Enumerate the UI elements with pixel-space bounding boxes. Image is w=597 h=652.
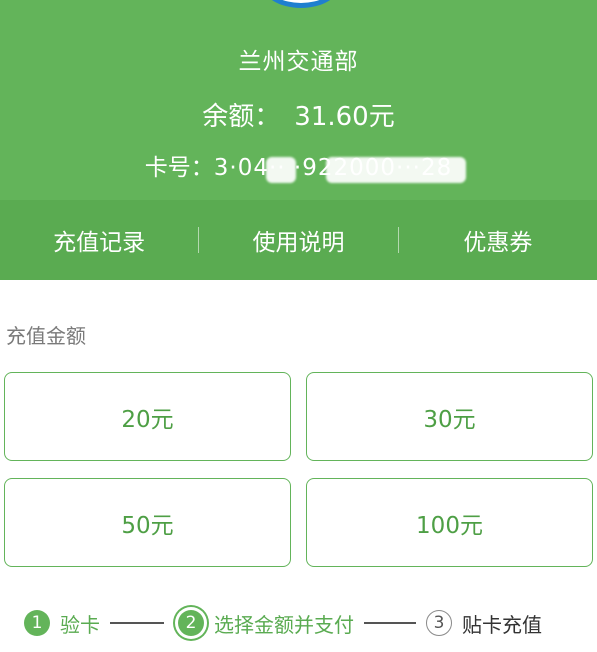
card-number: 卡号：3·04·· ·922000···28 — [0, 148, 597, 183]
balance-label: 余额： — [202, 102, 281, 132]
menu-recharge-history[interactable]: 充值记录 — [0, 223, 198, 257]
step-3-circle: 3 — [426, 610, 452, 636]
menu-coupons[interactable]: 优惠券 — [399, 223, 597, 257]
card-logo-icon — [262, 0, 340, 8]
step-3-label: 贴卡充值 — [462, 612, 542, 637]
amount-50-button[interactable]: 50元 — [4, 478, 291, 567]
step-1-label: 验卡 — [60, 612, 100, 637]
amount-100-button[interactable]: 100元 — [306, 478, 593, 567]
progress-steps: 1 验卡 2 选择金额并支付 3 贴卡充值 — [0, 600, 597, 646]
org-name: 兰州交通部 — [238, 49, 359, 75]
step-connector — [110, 622, 164, 624]
step-2-circle: 2 — [178, 610, 204, 636]
recharge-amount-label: 充值金额 — [6, 324, 86, 348]
card-number-value: 3·04·· ·922000···28 — [214, 155, 466, 183]
step-connector — [364, 622, 416, 624]
balance-display: 余额： 31.60元 — [0, 96, 597, 133]
card-header: 兰州交通部 余额： 31.60元 卡号：3·04·· ·922000···28 — [0, 0, 597, 200]
step-2-label: 选择金额并支付 — [214, 612, 354, 637]
card-number-label: 卡号： — [144, 155, 214, 181]
balance-value: 31.60元 — [294, 102, 395, 132]
step-1-circle: 1 — [24, 610, 50, 636]
card-menu: 充值记录 使用说明 优惠券 — [0, 200, 597, 280]
menu-usage-guide[interactable]: 使用说明 — [199, 223, 397, 257]
amount-30-button[interactable]: 30元 — [306, 372, 593, 461]
amount-20-button[interactable]: 20元 — [4, 372, 291, 461]
